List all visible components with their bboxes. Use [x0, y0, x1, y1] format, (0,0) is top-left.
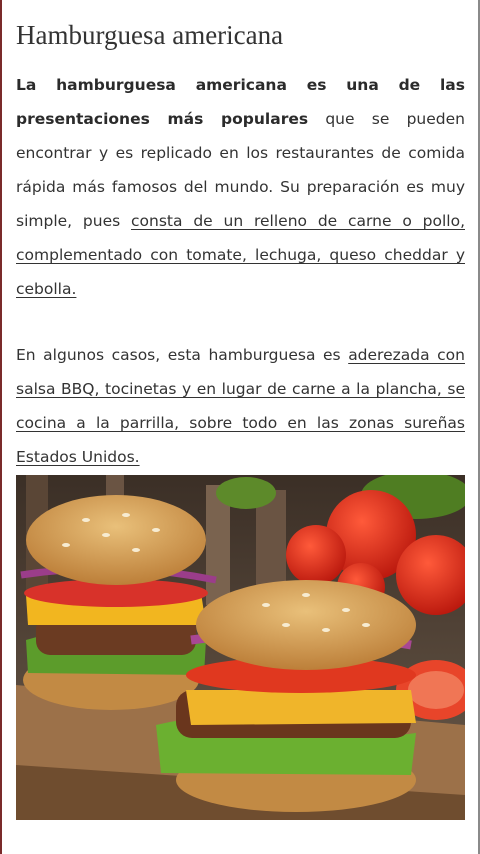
- burger-photo: [16, 475, 465, 820]
- variations-link[interactable]: aderezada con salsa BBQ, tocinetas y en …: [16, 346, 465, 466]
- paragraph-intro: La hamburguesa americana es una de las p…: [16, 68, 465, 306]
- article: Hamburguesa americana La hamburguesa ame…: [16, 18, 465, 474]
- article-title: Hamburguesa americana: [16, 20, 284, 50]
- left-border: [0, 0, 2, 854]
- paragraph-variations: En algunos casos, esta hamburguesa es ad…: [16, 338, 465, 474]
- variations-text: En algunos casos, esta hamburguesa es: [16, 346, 349, 364]
